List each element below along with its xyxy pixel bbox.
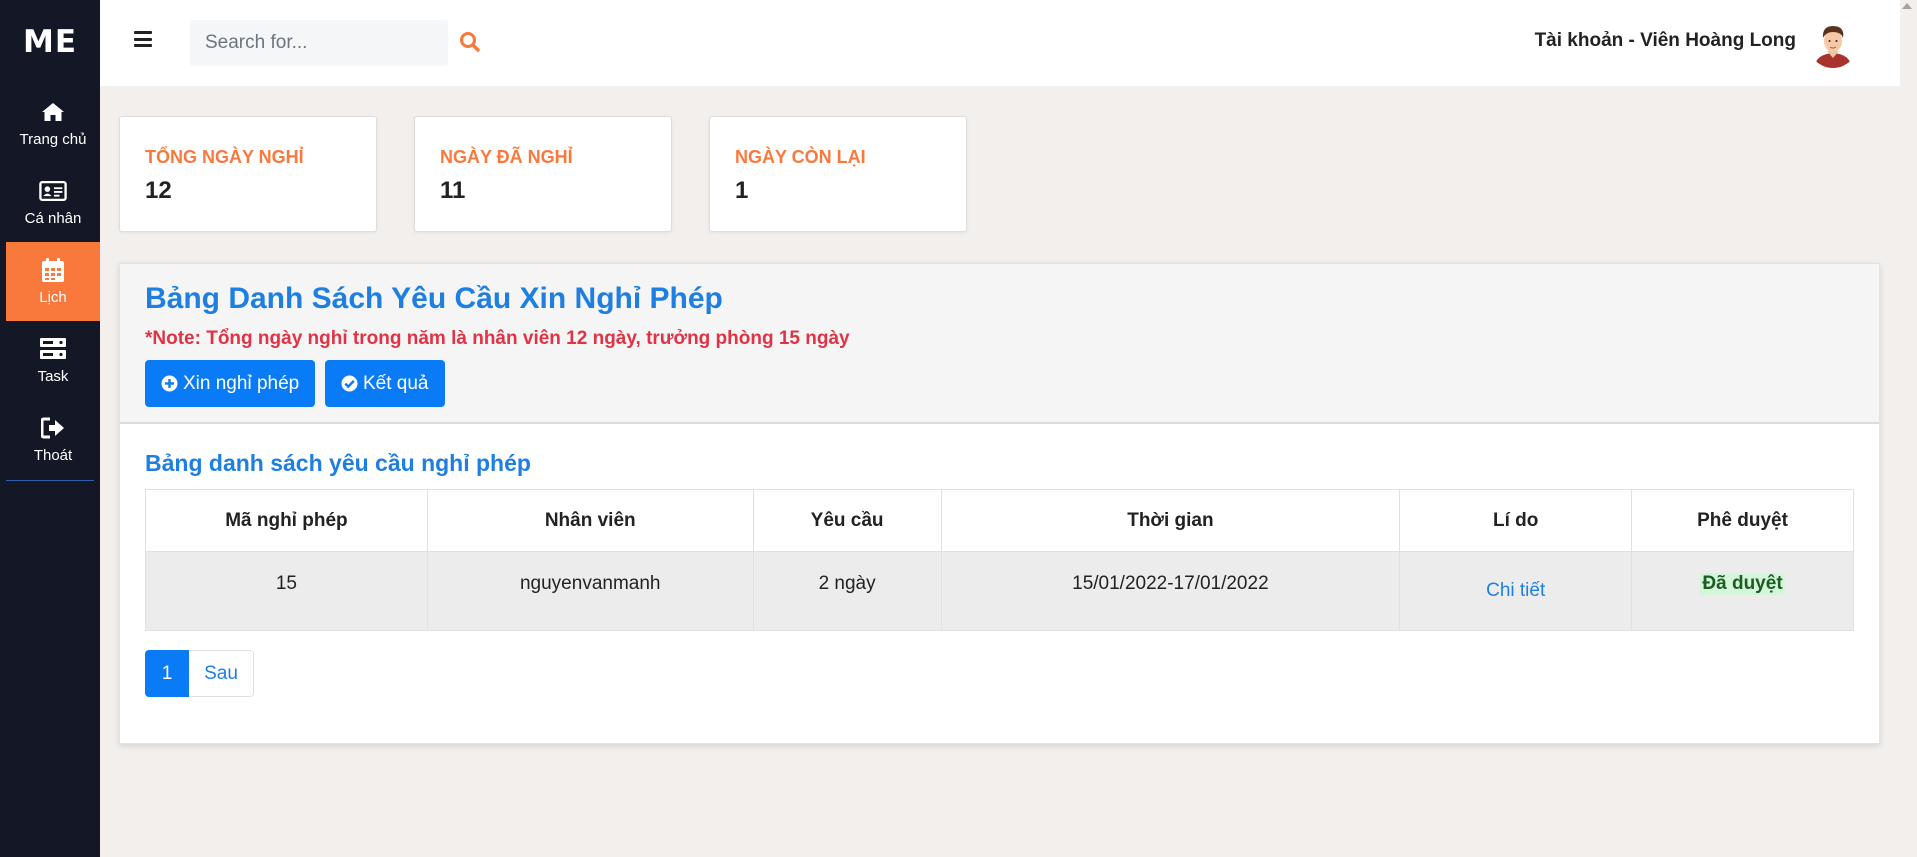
button-label: Kết quả [363,372,429,394]
stat-card-days-remaining: NGÀY CÒN LẠI 1 [709,116,967,232]
plus-circle-icon [161,375,178,392]
stat-label: NGÀY CÒN LẠI [735,147,866,167]
status-badge: Đã duyệt [1700,573,1785,595]
server-icon [39,336,67,362]
check-circle-icon [341,375,358,392]
brand-logo[interactable]: ME [0,0,100,84]
page-button-current[interactable]: 1 [145,650,189,697]
stat-card-days-taken: NGÀY ĐÃ NGHỈ 11 [414,116,672,232]
stat-label: TỔNG NGÀY NGHỈ [145,147,304,167]
table-row: 15 nguyenvanmanh 2 ngày 15/01/2022-17/01… [145,551,1854,631]
pagination: 1 Sau [145,650,254,697]
leave-policy-note: *Note: Tổng ngày nghỉ trong năm là nhân … [145,328,850,349]
sidebar-item-label: Lịch [39,289,67,306]
sign-out-icon [39,415,67,441]
cell-employee: nguyenvanmanh [426,551,754,631]
sidebar-divider [6,480,94,481]
stat-card-total-days: TỔNG NGÀY NGHỈ 12 [119,116,377,232]
search-icon[interactable] [457,29,483,55]
next-page-button[interactable]: Sau [189,650,254,697]
id-card-icon [39,178,67,204]
account-name[interactable]: Tài khoản - Viên Hoàng Long [1535,30,1796,52]
sidebar-item-label: Thoát [33,447,73,464]
button-label: Xin nghỉ phép [183,372,300,394]
menu-toggle-icon[interactable] [134,31,152,47]
column-header: Thời gian [940,489,1401,552]
column-header: Lí do [1399,489,1633,552]
cell-time: 15/01/2022-17/01/2022 [940,551,1401,631]
column-header: Phê duyệt [1631,489,1854,552]
search-input[interactable] [190,20,448,66]
stat-label: NGÀY ĐÃ NGHỈ [440,147,573,167]
panel-header: Bảng Danh Sách Yêu Cầu Xin Nghỉ Phép *No… [120,264,1879,424]
stat-value: 12 [145,177,172,204]
avatar[interactable] [1808,18,1858,68]
sidebar: ME Trang chủ Cá nhân Lịch Task Thoát [0,0,100,857]
stat-value: 11 [440,177,466,204]
page-title: Bảng Danh Sách Yêu Cầu Xin Nghỉ Phép [145,282,723,315]
scrollbar-up-arrow-icon[interactable] [1902,3,1912,9]
sidebar-item-label: Cá nhân [24,210,82,227]
results-button[interactable]: Kết quả [325,360,445,407]
cell-leave-id: 15 [145,551,428,631]
column-header: Yêu cầu [752,489,942,552]
sidebar-item-label: Task [37,368,69,385]
column-header: Mã nghỉ phép [145,489,428,552]
leave-request-table: Mã nghỉ phép Nhân viên Yêu cầu Thời gian… [145,489,1854,631]
sidebar-item-profile[interactable]: Cá nhân [6,163,100,242]
table-title: Bảng danh sách yêu cầu nghỉ phép [145,450,531,476]
calendar-icon [39,257,67,283]
request-leave-button[interactable]: Xin nghỉ phép [145,360,316,407]
sidebar-item-home[interactable]: Trang chủ [6,84,100,163]
topbar: Tài khoản - Viên Hoàng Long [100,0,1900,86]
sidebar-item-calendar[interactable]: Lịch [6,242,100,321]
home-icon [39,99,67,125]
sidebar-item-label: Trang chủ [19,131,87,148]
sidebar-item-task[interactable]: Task [6,321,100,400]
table-header-row: Mã nghỉ phép Nhân viên Yêu cầu Thời gian… [145,489,1854,552]
stat-value: 1 [735,177,749,204]
leave-request-panel: Bảng Danh Sách Yêu Cầu Xin Nghỉ Phép *No… [119,263,1880,744]
cell-approval: Đã duyệt [1631,551,1854,631]
column-header: Nhân viên [426,489,754,552]
details-link[interactable]: Chi tiết [1399,551,1633,631]
cell-request: 2 ngày [752,551,942,631]
sidebar-item-logout[interactable]: Thoát [6,400,100,479]
